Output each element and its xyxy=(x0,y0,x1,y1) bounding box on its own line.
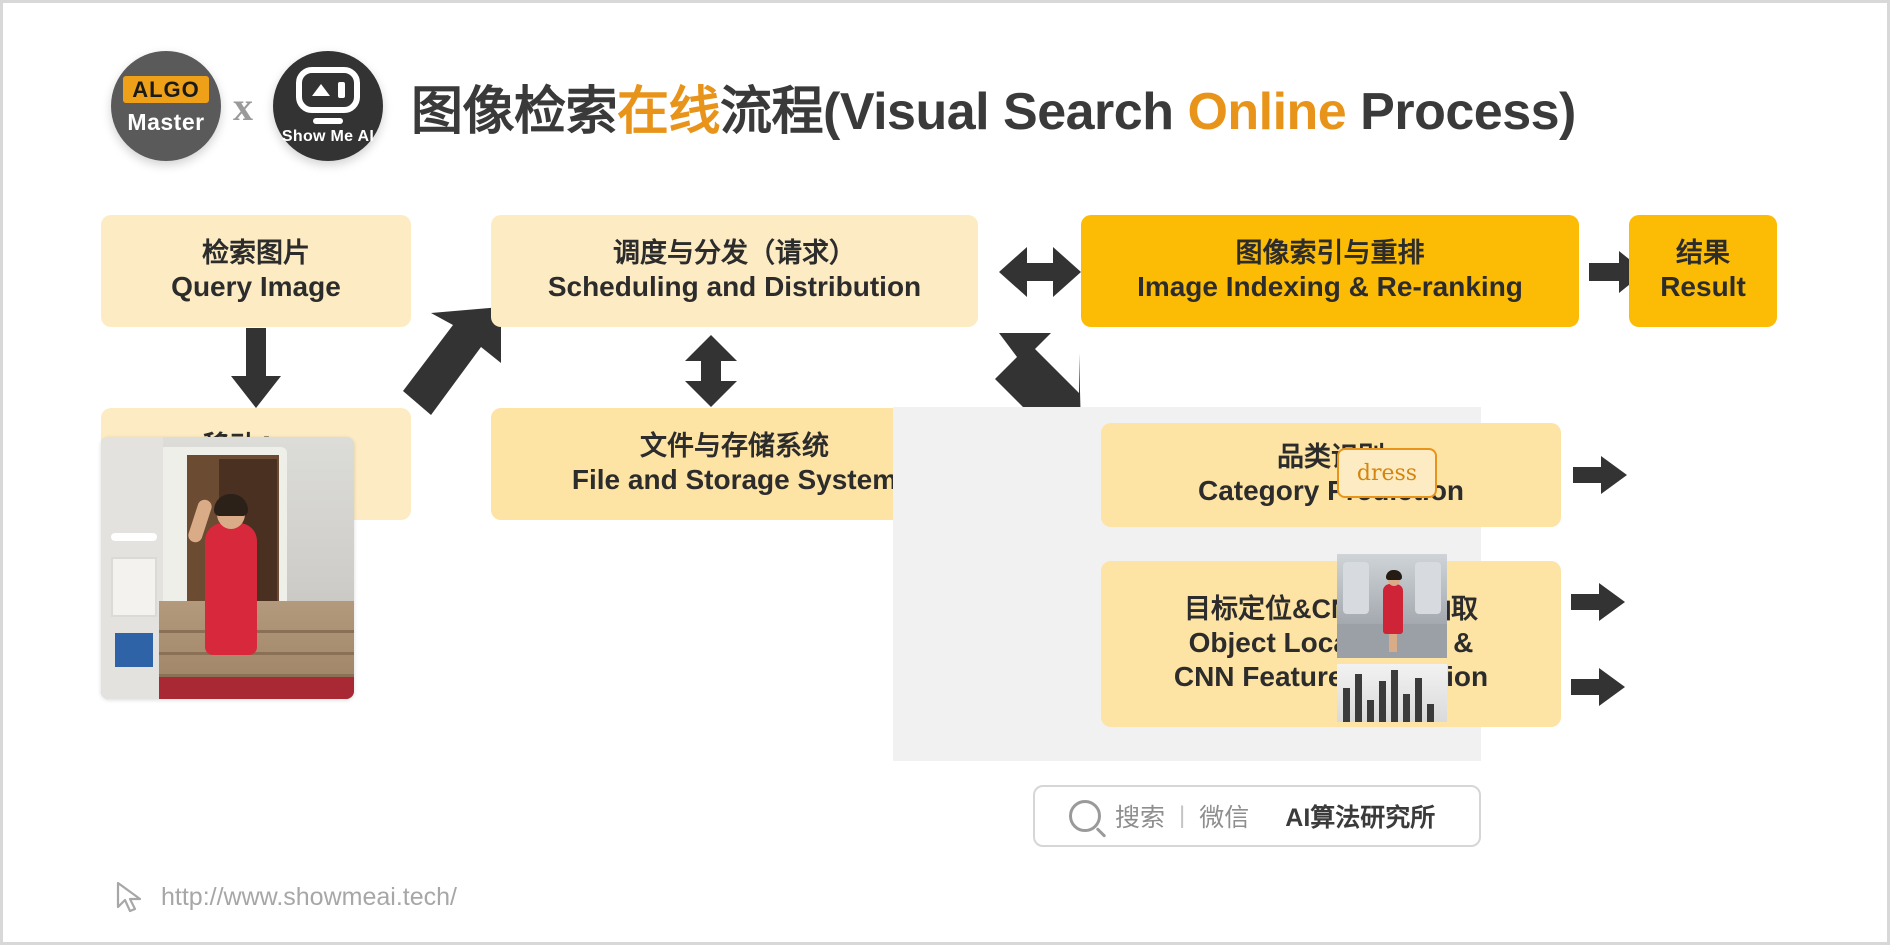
search-icon xyxy=(1069,800,1101,832)
node-image-indexing-en: Image Indexing & Re-ranking xyxy=(1137,270,1523,304)
node-result-cn: 结果 xyxy=(1676,237,1730,270)
node-file-storage-cn: 文件与存储系统 xyxy=(640,430,829,463)
title-part-1: 图像检索 xyxy=(411,83,617,141)
node-query-image[interactable]: 检索图片 Query Image xyxy=(101,215,411,327)
badge-dress: dress xyxy=(1337,448,1437,498)
search-channel-label: 微信 xyxy=(1199,798,1249,834)
arrow-scheduling-to-indexing xyxy=(999,247,1081,297)
node-scheduling-cn: 调度与分发（请求） xyxy=(613,237,856,270)
query-image-photo xyxy=(101,437,354,699)
arrow-category-to-dress xyxy=(1573,456,1627,494)
page-title: 图像检索在线流程(Visual Search Online Process) xyxy=(411,69,1576,144)
cursor-icon xyxy=(115,881,145,913)
footer: http://www.showmeai.tech/ xyxy=(115,881,457,913)
node-file-storage-en: File and Storage System xyxy=(572,463,897,497)
logo-master-text: Master xyxy=(127,109,204,136)
arrow-query-to-mobile xyxy=(231,328,281,410)
footer-url: http://www.showmeai.tech/ xyxy=(161,883,457,912)
thumbnail-feature-vector xyxy=(1337,664,1447,722)
node-object-localization[interactable]: 目标定位&CNN特征抽取 Object Localization & CNN F… xyxy=(1101,561,1561,727)
search-divider: | xyxy=(1179,802,1185,830)
logo-algo-text: ALGO xyxy=(123,76,209,103)
robot-base-icon xyxy=(313,118,343,124)
title-highlight-1: 在线 xyxy=(617,83,720,141)
search-account-name: AI算法研究所 xyxy=(1285,798,1435,834)
node-scheduling[interactable]: 调度与分发（请求） Scheduling and Distribution xyxy=(491,215,978,327)
node-scheduling-en: Scheduling and Distribution xyxy=(548,270,921,304)
node-query-image-cn: 检索图片 xyxy=(202,237,310,270)
arrow-scheduling-storage-bidirectional xyxy=(685,335,737,407)
node-result[interactable]: 结果 Result xyxy=(1629,215,1777,327)
node-result-en: Result xyxy=(1660,270,1746,304)
title-part-3: Process) xyxy=(1346,83,1576,141)
title-highlight-2: Online xyxy=(1187,83,1346,141)
search-placeholder-label: 搜索 xyxy=(1115,798,1165,834)
header: ALGO Master x Show Me AI 图像检索在线流程(Visual… xyxy=(111,51,1576,161)
arrow-localization-to-thumb-1 xyxy=(1571,583,1625,621)
node-image-indexing-cn: 图像索引与重排 xyxy=(1236,237,1425,270)
logo-separator-x: x xyxy=(233,83,253,130)
robot-icon xyxy=(296,67,360,113)
node-query-image-en: Query Image xyxy=(171,270,341,304)
diagram-canvas: ALGO Master x Show Me AI 图像检索在线流程(Visual… xyxy=(0,0,1890,945)
title-part-2: 流程(Visual Search xyxy=(720,83,1187,141)
node-image-indexing[interactable]: 图像索引与重排 Image Indexing & Re-ranking xyxy=(1081,215,1579,327)
arrow-localization-to-thumb-2 xyxy=(1571,668,1625,706)
logo-showmeai-text: Show Me AI xyxy=(282,128,374,146)
node-category-prediction[interactable]: 品类识别 Category Prediction xyxy=(1101,423,1561,527)
search-widget[interactable]: 搜索 | 微信 AI算法研究所 xyxy=(1033,785,1481,847)
algo-master-logo: ALGO Master xyxy=(111,51,221,161)
showmeai-logo: Show Me AI xyxy=(273,51,383,161)
thumbnail-localized-object xyxy=(1337,554,1447,658)
